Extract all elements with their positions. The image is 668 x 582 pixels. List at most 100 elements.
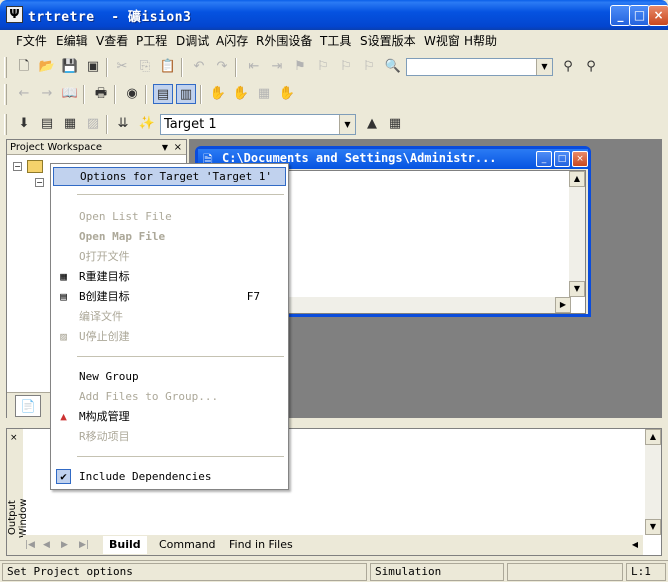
tab-first-icon[interactable]: |◀ — [25, 536, 41, 554]
menu-item-rebuild-target[interactable]: ▦ R重建目标 — [53, 267, 286, 286]
new-file-icon[interactable]: 🗋 — [14, 57, 34, 77]
title-bar[interactable]: Ψ trtretre - 礦ision3 _ □ × — [0, 0, 668, 30]
menu-item-build-target[interactable]: ▤ B创建目标 F7 — [53, 287, 286, 306]
menu-item-open-map-file[interactable]: Open Map File — [53, 227, 286, 246]
menu-file[interactable]: F文件 — [16, 32, 47, 50]
toolbar-grip[interactable] — [4, 57, 7, 78]
editor-maximize-button[interactable]: □ — [554, 151, 570, 167]
menu-debug[interactable]: D调试 — [176, 32, 209, 50]
toolbar-grip[interactable] — [4, 114, 7, 135]
minimize-button[interactable]: _ — [610, 5, 631, 26]
tab-find-in-files[interactable]: Find in Files — [223, 536, 299, 554]
rebuild-all-icon[interactable]: ▦ — [60, 114, 80, 134]
nav-back-icon[interactable]: ← — [14, 84, 34, 104]
menu-peripherals[interactable]: R外围设备 — [256, 32, 312, 50]
menu-help[interactable]: H帮助 — [464, 32, 497, 50]
bookmark-toggle-icon[interactable]: ⚑ — [290, 57, 310, 77]
output-vscroll[interactable]: ▲ ▼ — [645, 429, 661, 535]
open-book-icon[interactable]: 📖 — [60, 84, 80, 104]
workspace-close-icon[interactable]: × — [174, 140, 182, 155]
tab-next-icon[interactable]: ▶ — [61, 536, 77, 554]
menu-project[interactable]: P工程 — [136, 32, 167, 50]
editor-close-button[interactable]: × — [572, 151, 588, 167]
bookmark-next-icon[interactable]: ⚐ — [336, 57, 356, 77]
tree-expander-icon[interactable]: − — [35, 178, 44, 187]
print-icon[interactable]: 🖶 — [91, 84, 111, 104]
hand-icon[interactable]: ✋ — [208, 84, 228, 104]
editor-hscroll[interactable]: ▶ — [289, 297, 571, 313]
output-toggle-icon[interactable]: ▥ — [176, 84, 196, 104]
build-target-icon[interactable]: ▤ — [37, 114, 57, 134]
menu-item-add-files[interactable]: Add Files to Group... — [53, 387, 286, 406]
unindent-icon[interactable]: ⇤ — [244, 57, 264, 77]
menu-item-stop-build[interactable]: ▨ U停止创建 — [53, 327, 286, 346]
menu-edit[interactable]: E编辑 — [56, 32, 88, 50]
editor-vscroll[interactable]: ▲ ▼ — [569, 171, 585, 297]
hand-config-icon[interactable]: ✋ — [231, 84, 251, 104]
maximize-button[interactable]: □ — [629, 5, 650, 26]
bookmark-prev-icon[interactable]: ⚐ — [313, 57, 333, 77]
save-icon[interactable]: 💾 — [60, 57, 80, 77]
open-folder-icon[interactable]: 📂 — [37, 57, 57, 77]
menu-item-new-group[interactable]: New Group — [53, 367, 286, 386]
cut-icon[interactable]: ✂ — [112, 57, 132, 77]
scroll-down-icon[interactable]: ▼ — [645, 519, 661, 535]
menu-item-compile-file[interactable]: 编译文件 — [53, 307, 286, 326]
menu-window[interactable]: W视窗 — [424, 32, 460, 50]
copy-icon[interactable]: ⎘ — [135, 57, 155, 77]
chevron-down-icon[interactable]: ▼ — [339, 115, 355, 134]
menu-tools[interactable]: T工具 — [320, 32, 351, 50]
menu-item-open-list-file[interactable]: Open List File — [53, 207, 286, 226]
tab-build[interactable]: Build — [103, 536, 147, 554]
find-combo[interactable]: ▼ — [406, 58, 553, 76]
config-icon[interactable]: ▦ — [385, 114, 405, 134]
menu-item-open-file[interactable]: O打开文件 — [53, 247, 286, 266]
undo-icon[interactable]: ↶ — [189, 57, 209, 77]
app-icon[interactable]: Ψ — [6, 6, 23, 23]
scroll-up-icon[interactable]: ▲ — [569, 171, 585, 187]
menu-item-include-dependencies[interactable]: ✔ Include Dependencies — [53, 467, 286, 486]
components-icon[interactable]: ▲ — [362, 114, 382, 134]
download-icon[interactable]: ⇊ — [113, 114, 133, 134]
tab-prev-icon[interactable]: ◀ — [43, 536, 59, 554]
tree-expander-icon[interactable]: − — [13, 162, 22, 171]
tab-command[interactable]: Command — [153, 536, 222, 554]
paste-icon[interactable]: 📋 — [158, 57, 178, 77]
hand-settings-icon[interactable]: ✋ — [277, 84, 297, 104]
find-icon[interactable]: ⚲ — [558, 57, 578, 77]
target-folder-icon[interactable] — [27, 160, 43, 173]
menu-item-target-options[interactable]: Options for Target 'Target 1' — [53, 167, 286, 186]
pin-icon[interactable]: ▼ — [162, 140, 168, 155]
scroll-left-icon[interactable]: ◀ — [627, 537, 643, 553]
menu-item-manage-components[interactable]: ▲ M构成管理 — [53, 407, 286, 426]
scroll-right-icon[interactable]: ▶ — [555, 297, 571, 313]
redo-icon[interactable]: ↷ — [212, 57, 232, 77]
editor-minimize-button[interactable]: _ — [536, 151, 552, 167]
editor-text-area[interactable]: ▲ ▼ ▶ — [288, 170, 586, 314]
scroll-up-icon[interactable]: ▲ — [645, 429, 661, 445]
window-config-icon[interactable]: ▦ — [254, 84, 274, 104]
output-close-icon[interactable]: × — [10, 433, 18, 443]
workspace-toggle-icon[interactable]: ▤ — [153, 84, 173, 104]
target-select[interactable]: Target 1 ▼ — [160, 114, 356, 135]
chevron-down-icon[interactable]: ▼ — [536, 59, 552, 75]
menu-view[interactable]: V查看 — [96, 32, 128, 50]
replace-icon[interactable]: ⚲ — [581, 57, 601, 77]
toolbar-grip[interactable] — [4, 84, 7, 105]
files-tab-icon[interactable]: 📄 — [15, 395, 41, 417]
menu-flash[interactable]: A闪存 — [216, 32, 248, 50]
tab-last-icon[interactable]: ▶| — [79, 536, 95, 554]
stop-build-icon[interactable]: ▨ — [83, 114, 103, 134]
save-all-icon[interactable]: ▣ — [83, 57, 103, 77]
menu-svcs[interactable]: S设置版本 — [360, 32, 416, 50]
scroll-down-icon[interactable]: ▼ — [569, 281, 585, 297]
bookmark-clear-icon[interactable]: ⚐ — [359, 57, 379, 77]
find-in-files-icon[interactable]: 🔍 — [383, 57, 403, 77]
start-debug-icon[interactable]: ◉ — [122, 84, 142, 104]
close-button[interactable]: × — [648, 5, 668, 26]
translate-icon[interactable]: ⬇ — [14, 114, 34, 134]
nav-forward-icon[interactable]: → — [37, 84, 57, 104]
menu-item-remove-item[interactable]: R移动项目 — [53, 427, 286, 446]
target-options-icon[interactable]: ✨ — [137, 114, 157, 134]
indent-icon[interactable]: ⇥ — [267, 57, 287, 77]
